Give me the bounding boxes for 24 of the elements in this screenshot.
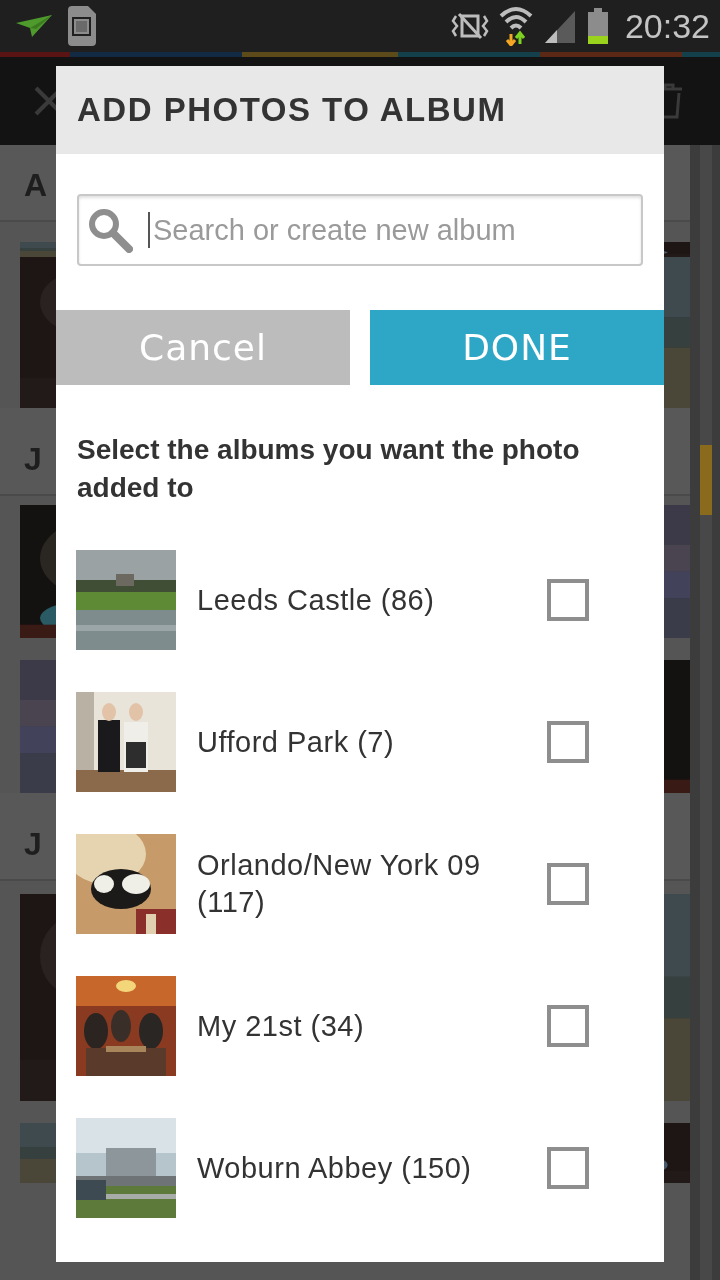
signal-icon bbox=[542, 9, 577, 43]
album-name[interactable]: Ufford Park (7) bbox=[197, 723, 517, 761]
section-date: J bbox=[24, 441, 42, 478]
search-icon bbox=[87, 207, 133, 253]
search-field[interactable]: Search or create new album bbox=[77, 194, 643, 266]
paper-plane-icon bbox=[16, 15, 52, 37]
dialog-title: ADD PHOTOS TO ALBUM bbox=[77, 91, 507, 129]
album-name[interactable]: Woburn Abbey (150) bbox=[197, 1149, 517, 1187]
section-date: A bbox=[24, 167, 48, 204]
checkbox[interactable] bbox=[547, 721, 589, 763]
clock-time: 20:32 bbox=[624, 6, 710, 46]
vibrate-off-icon bbox=[450, 12, 489, 40]
album-name[interactable]: Orlando/New York 09 (117) bbox=[197, 847, 517, 921]
battery-icon bbox=[586, 8, 609, 44]
album-name[interactable]: Leeds Castle (86) bbox=[197, 581, 517, 619]
scrollbar-thumb[interactable] bbox=[700, 445, 712, 515]
wifi-icon bbox=[498, 6, 533, 46]
section-date: J bbox=[24, 826, 42, 863]
album-name[interactable]: My 21st (34) bbox=[197, 1007, 517, 1045]
checkbox[interactable] bbox=[547, 1147, 589, 1189]
instruction-text: Select the albums you want the photo added to bbox=[77, 433, 581, 505]
checkbox[interactable] bbox=[547, 579, 589, 621]
checkbox[interactable] bbox=[547, 1005, 589, 1047]
checkbox[interactable] bbox=[547, 863, 589, 905]
